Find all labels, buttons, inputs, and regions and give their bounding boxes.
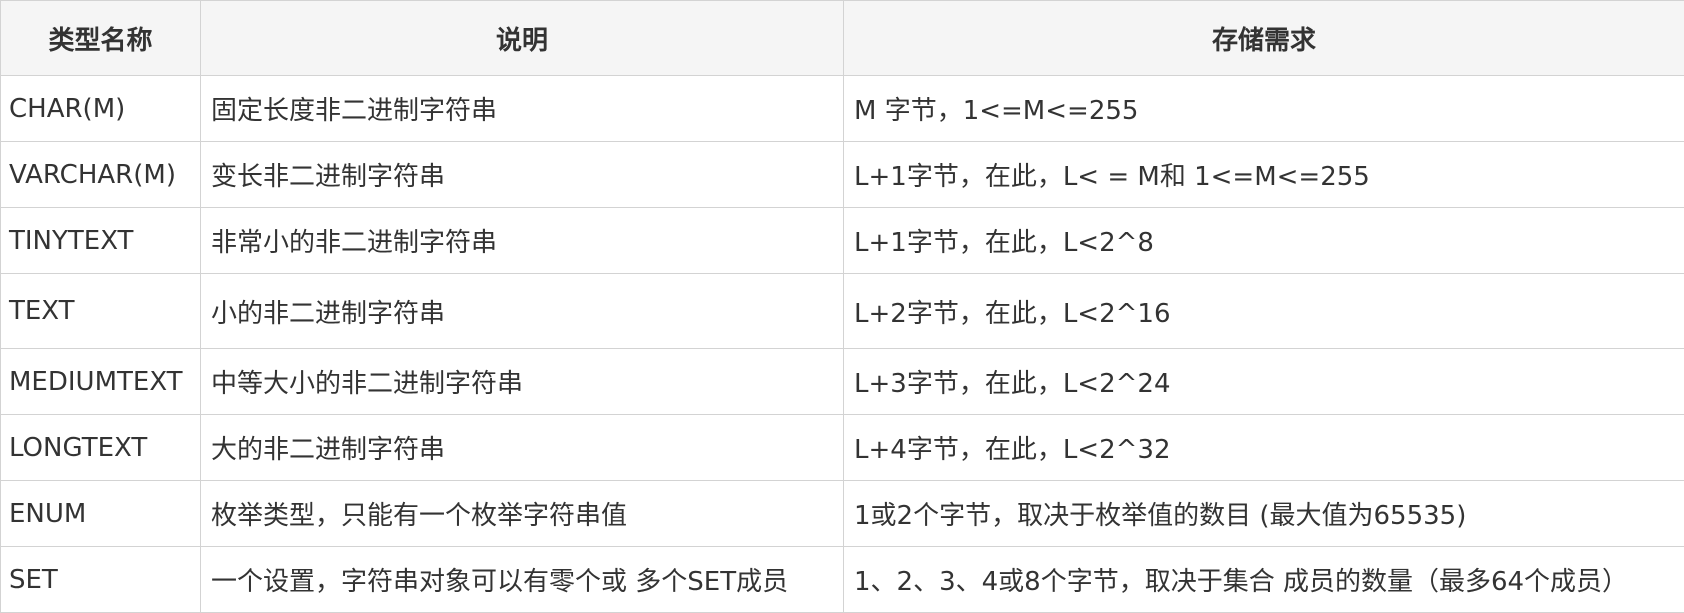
- table-row: CHAR(M) 固定长度非二进制字符串 M 字节，1<=M<=255: [1, 76, 1684, 142]
- cell-storage: M 字节，1<=M<=255: [844, 76, 1684, 142]
- cell-description: 小的非二进制字符串: [201, 274, 844, 349]
- cell-description: 非常小的非二进制字符串: [201, 208, 844, 274]
- cell-type: TEXT: [1, 274, 201, 349]
- cell-storage: L+1字节，在此，L< = M和 1<=M<=255: [844, 142, 1684, 208]
- table-body: CHAR(M) 固定长度非二进制字符串 M 字节，1<=M<=255 VARCH…: [1, 76, 1684, 613]
- string-types-table: 类型名称 说明 存储需求 CHAR(M) 固定长度非二进制字符串 M 字节，1<…: [0, 0, 1684, 613]
- table-row: TEXT 小的非二进制字符串 L+2字节，在此，L<2^16: [1, 274, 1684, 349]
- cell-description: 变长非二进制字符串: [201, 142, 844, 208]
- table-row: SET 一个设置，字符串对象可以有零个或 多个SET成员 1、2、3、4或8个字…: [1, 547, 1684, 613]
- cell-type: SET: [1, 547, 201, 613]
- cell-storage: 1或2个字节，取决于枚举值的数目 (最大值为65535): [844, 481, 1684, 547]
- cell-type: TINYTEXT: [1, 208, 201, 274]
- cell-type: VARCHAR(M): [1, 142, 201, 208]
- cell-type: CHAR(M): [1, 76, 201, 142]
- cell-type: ENUM: [1, 481, 201, 547]
- cell-type: MEDIUMTEXT: [1, 349, 201, 415]
- cell-description: 枚举类型，只能有一个枚举字符串值: [201, 481, 844, 547]
- table-row: ENUM 枚举类型，只能有一个枚举字符串值 1或2个字节，取决于枚举值的数目 (…: [1, 481, 1684, 547]
- header-type-name: 类型名称: [1, 1, 201, 76]
- cell-storage: L+1字节，在此，L<2^8: [844, 208, 1684, 274]
- header-row: 类型名称 说明 存储需求: [1, 1, 1684, 76]
- cell-description: 一个设置，字符串对象可以有零个或 多个SET成员: [201, 547, 844, 613]
- table-row: MEDIUMTEXT 中等大小的非二进制字符串 L+3字节，在此，L<2^24: [1, 349, 1684, 415]
- header-storage: 存储需求: [844, 1, 1684, 76]
- table-row: VARCHAR(M) 变长非二进制字符串 L+1字节，在此，L< = M和 1<…: [1, 142, 1684, 208]
- cell-storage: 1、2、3、4或8个字节，取决于集合 成员的数量（最多64个成员）: [844, 547, 1684, 613]
- cell-description: 中等大小的非二进制字符串: [201, 349, 844, 415]
- cell-storage: L+2字节，在此，L<2^16: [844, 274, 1684, 349]
- table-row: TINYTEXT 非常小的非二进制字符串 L+1字节，在此，L<2^8: [1, 208, 1684, 274]
- cell-storage: L+4字节，在此，L<2^32: [844, 415, 1684, 481]
- header-description: 说明: [201, 1, 844, 76]
- cell-type: LONGTEXT: [1, 415, 201, 481]
- table-header: 类型名称 说明 存储需求: [1, 1, 1684, 76]
- table-row: LONGTEXT 大的非二进制字符串 L+4字节，在此，L<2^32: [1, 415, 1684, 481]
- cell-description: 固定长度非二进制字符串: [201, 76, 844, 142]
- cell-description: 大的非二进制字符串: [201, 415, 844, 481]
- cell-storage: L+3字节，在此，L<2^24: [844, 349, 1684, 415]
